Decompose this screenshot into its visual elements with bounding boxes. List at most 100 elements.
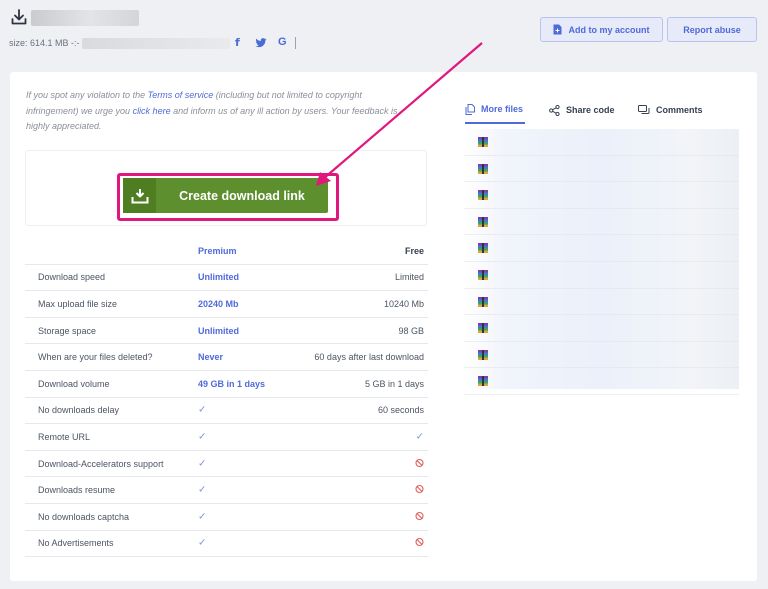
archive-icon [478, 216, 488, 227]
feature-label: When are your files deleted? [38, 352, 153, 363]
check-icon: ✓ [198, 458, 207, 470]
table-header: Premium Free [25, 238, 428, 265]
add-to-account-button[interactable]: Add to my account [540, 17, 663, 42]
free-value: 60 days after last download [314, 352, 424, 363]
file-header: size: 614.1 MB -:- f G Add to my account… [0, 0, 768, 70]
premium-value: Never [198, 352, 224, 363]
tab-label: More files [481, 104, 524, 114]
divider [295, 37, 296, 49]
feature-label: No downloads delay [38, 405, 120, 416]
facebook-icon[interactable]: f [235, 36, 240, 49]
tab-comments[interactable]: Comments [638, 96, 703, 124]
create-download-link-label: Create download link [179, 188, 305, 203]
ban-icon [415, 511, 424, 522]
archive-icon [478, 270, 488, 280]
list-item[interactable] [464, 368, 739, 395]
free-value: 60 seconds [377, 405, 424, 416]
archive-icon [478, 349, 488, 360]
share-icon [549, 104, 560, 116]
tab-more-files[interactable]: More files [465, 96, 525, 124]
files-icon [465, 103, 475, 115]
main-card: If you spot any violation to the Terms o… [10, 72, 757, 581]
list-item[interactable] [464, 289, 739, 316]
archive-icon [478, 163, 488, 174]
list-item[interactable] [464, 262, 739, 289]
file-size: size: 614.1 MB -:- [9, 36, 230, 50]
tab-label: Comments [656, 105, 703, 115]
notice-text: If you spot any violation to the [26, 90, 148, 100]
twitter-icon[interactable] [255, 37, 267, 49]
free-value: 10240 Mb [383, 298, 424, 309]
tab-share-code[interactable]: Share code [549, 96, 615, 124]
archive-icon [478, 243, 488, 254]
archive-icon [478, 137, 488, 147]
check-icon: ✓ [415, 431, 424, 443]
ban-icon [415, 458, 424, 469]
list-item[interactable] [464, 129, 739, 156]
download-icon [11, 9, 27, 25]
report-abuse-button[interactable]: Report abuse [667, 17, 757, 42]
terms-notice: If you spot any violation to the Terms o… [26, 88, 416, 135]
list-item[interactable] [464, 315, 739, 342]
feature-label: Storage space [38, 325, 97, 336]
check-icon: ✓ [198, 404, 207, 416]
report-abuse-label: Report abuse [683, 24, 741, 35]
feature-label: Download-Accelerators support [38, 458, 164, 469]
free-value: 98 GB [398, 325, 424, 336]
list-item[interactable] [464, 156, 739, 183]
table-row: Download-Accelerators support ✓ [25, 451, 428, 478]
table-row: Download volume 49 GB in 1 days 5 GB in 1 … [25, 371, 428, 398]
feature-label: Remote URL [38, 431, 91, 442]
file-size-label: size: 614.1 MB -:- [9, 38, 80, 48]
table-row: Storage space Unlimited 98 GB [25, 318, 428, 345]
more-files-list [464, 129, 739, 395]
archive-icon [478, 376, 488, 387]
add-to-account-label: Add to my account [568, 24, 650, 35]
table-row: Downloads resume ✓ [25, 477, 428, 504]
create-download-link-button[interactable]: Create download link [123, 178, 328, 213]
download-tray-icon [123, 178, 156, 213]
premium-value: Unlimited [198, 325, 240, 336]
google-icon[interactable]: G [278, 36, 287, 48]
file-add-icon [553, 24, 562, 35]
check-icon: ✓ [198, 484, 207, 496]
free-header: Free [404, 245, 424, 256]
feature-label: Downloads resume [38, 485, 116, 496]
file-name-redacted [31, 10, 139, 26]
archive-icon [478, 296, 488, 307]
premium-header: Premium [198, 245, 237, 256]
list-item[interactable] [464, 342, 739, 369]
table-row: No Advertisements ✓ [25, 531, 428, 558]
table-row: Download speed Unlimited Limited [25, 265, 428, 292]
feature-label: Download speed [38, 272, 106, 283]
sidebar-tabs: More files Share code Comments [465, 96, 742, 124]
table-row: No downloads delay ✓ 60 seconds [25, 398, 428, 425]
terms-of-service-link[interactable]: Terms of service [148, 90, 214, 100]
premium-value: Unlimited [198, 272, 240, 283]
list-item[interactable] [464, 209, 739, 236]
table-row: When are your files deleted? Never 60 days… [25, 344, 428, 371]
free-value: Limited [394, 272, 424, 283]
table-row: No downloads captcha ✓ [25, 504, 428, 531]
tab-label: Share code [566, 105, 615, 115]
comparison-table: Premium Free Download speed Unlimited Limi… [25, 238, 428, 558]
table-row: Remote URL ✓ ✓ [25, 424, 428, 451]
feature-label: Download volume [38, 378, 110, 389]
list-item[interactable] [464, 235, 739, 262]
list-item[interactable] [464, 182, 739, 209]
ban-icon [415, 538, 424, 549]
click-here-link[interactable]: click here [133, 106, 171, 116]
premium-value: 20240 Mb [198, 298, 239, 309]
feature-label: Max upload file size [38, 298, 118, 309]
ban-icon [415, 485, 424, 496]
feature-label: No downloads captcha [38, 511, 130, 522]
table-row: Max upload file size 20240 Mb 10240 Mb [25, 291, 428, 318]
file-date-redacted [81, 37, 230, 49]
check-icon: ✓ [198, 537, 207, 549]
archive-icon [478, 323, 488, 334]
premium-value: 49 GB in 1 days [198, 378, 266, 389]
archive-icon [478, 190, 488, 201]
feature-label: No Advertisements [38, 538, 114, 549]
check-icon: ✓ [198, 431, 207, 443]
comment-icon [638, 104, 650, 114]
